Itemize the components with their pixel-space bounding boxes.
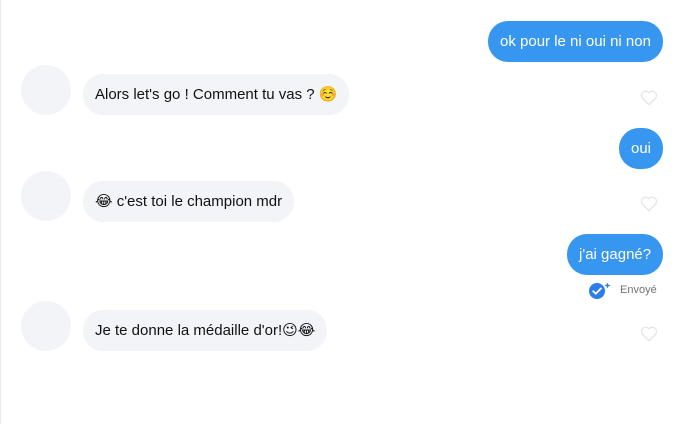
outgoing-message[interactable]: oui [619,128,664,169]
incoming-message[interactable]: Alors let's go ! Comment tu vas ? ☺️ [83,74,350,115]
heart-outline-icon[interactable] [639,88,659,106]
status-label: Envoyé [620,284,657,296]
avatar[interactable] [21,65,71,115]
outgoing-message[interactable]: ok pour le ni oui ni non [488,21,663,62]
message-status: Envoyé [588,281,657,299]
sent-check-icon [589,282,611,299]
incoming-message[interactable]: Je te donne la médaille d'or!😉😂 [83,310,328,351]
avatar[interactable] [21,171,71,221]
left-divider [0,0,1,424]
heart-outline-icon[interactable] [639,194,659,212]
heart-outline-icon[interactable] [639,324,659,342]
incoming-message[interactable]: 😂 c'est toi le champion mdr [83,181,295,222]
avatar[interactable] [21,301,71,351]
outgoing-message[interactable]: j'ai gagné? [567,234,664,275]
